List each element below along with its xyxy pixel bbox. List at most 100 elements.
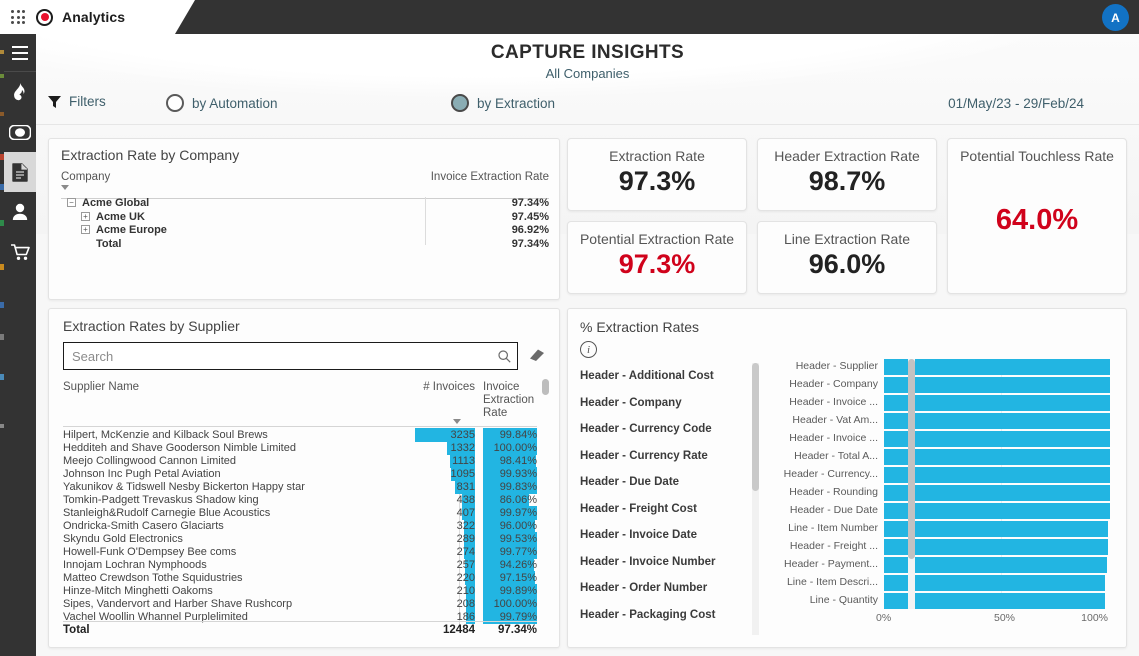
chart-bar[interactable] [884,359,1110,375]
slicer-item[interactable]: Header - Invoice Date [580,522,748,549]
date-range-label[interactable]: 01/May/23 - 29/Feb/24 [948,96,1084,111]
slicer-item[interactable]: Header - Due Date [580,469,748,496]
filters-button[interactable]: Filters [48,94,106,109]
chart-bar[interactable] [884,575,1106,591]
sort-caret-icon[interactable] [61,185,69,190]
cart-icon [10,243,30,260]
slicer-item[interactable]: Header - Freight Cost [580,496,748,523]
chart-bar[interactable] [884,539,1108,555]
table-row[interactable]: Innojam Lochran Nymphoods 257 94.26% [63,558,537,572]
chart-row[interactable]: Header - Total A... [768,449,1116,466]
chart-row[interactable]: Header - Invoice ... [768,431,1116,448]
row-num-invoices: 257 [456,559,475,571]
table-row[interactable]: + Acme Europe 96.92% [61,224,549,237]
table-row[interactable]: Matteo Crewdson Tothe Squidustries 220 97.… [63,571,537,585]
chart-row[interactable]: Line - Item Number [768,521,1116,538]
table-row[interactable]: Ondricka-Smith Casero Glaciarts 322 96.00% [63,519,537,533]
supplier-table-scrollbar[interactable] [542,379,549,395]
slicer-item[interactable]: Header - Packaging Cost [580,602,748,629]
table-row[interactable]: Howell-Funk O'Dempsey Bee coms 274 99.77% [63,545,537,559]
slicer-item[interactable]: Header - Order Number [580,575,748,602]
radio-by-extraction-circle[interactable] [451,94,469,112]
chart-row[interactable]: Header - Vat Am... [768,413,1116,430]
chart-bar[interactable] [884,557,1107,573]
chart-row[interactable]: Header - Payment... [768,557,1116,574]
chart-row[interactable]: Header - Rounding [768,485,1116,502]
info-icon[interactable]: i [580,341,597,358]
radio-by-extraction[interactable]: by Extraction [451,94,555,112]
chart-row[interactable]: Header - Company [768,377,1116,394]
expander-icon[interactable]: + [81,225,90,234]
chart-bar[interactable] [884,485,1110,501]
slicer-item[interactable]: Header - Additional Cost [580,363,748,390]
kpi-extraction-rate[interactable]: Extraction Rate 97.3% [567,138,747,211]
slicer-item[interactable]: Header - Invoice Number [580,549,748,576]
header-divider [36,124,1139,125]
table-row[interactable]: Hinze-Mitch Minghetti Oakoms 210 99.89% [63,584,537,598]
sidebar-item-users[interactable] [4,192,36,232]
row-company-name: Total [96,237,122,250]
table-row[interactable]: Hedditeh and Shave Gooderson Nimble Limi… [63,441,537,455]
kpi-header-extraction-rate[interactable]: Header Extraction Rate 98.7% [757,138,937,211]
app-grid-icon[interactable] [10,9,26,25]
radio-by-automation-circle[interactable] [166,94,184,112]
chart-row[interactable]: Header - Due Date [768,503,1116,520]
chart-scrollbar[interactable] [908,359,915,559]
slicer-item[interactable]: Header - Currency Code [580,416,748,443]
table-row[interactable]: Sipes, Vandervort and Harber Shave Rushc… [63,597,537,611]
radio-by-automation[interactable]: by Automation [166,94,278,112]
chart-row[interactable]: Header - Currency... [768,467,1116,484]
sidebar-item-view[interactable] [4,112,36,152]
slicer-scrollbar[interactable] [752,363,759,491]
expander-icon[interactable]: + [81,211,90,221]
table-row[interactable]: Total 97.34% [61,238,549,251]
chart-bar[interactable] [884,449,1110,465]
table-row[interactable]: Hilpert, McKenzie and Kilback Soul Brews… [63,428,537,442]
table-row[interactable]: Yakunikov & Tidswell Nesby Bickerton Hap… [63,480,537,494]
chart-bar[interactable] [884,593,1105,609]
chart-row[interactable]: Header - Supplier [768,359,1116,376]
sidebar-item-documents[interactable] [4,152,36,192]
kpi-potential-extraction-rate[interactable]: Potential Extraction Rate 97.3% [567,221,747,294]
chart-row[interactable]: Line - Item Descri... [768,575,1116,592]
table-row[interactable]: Tomkin-Padgett Trevaskus Shadow king 438 8… [63,493,537,507]
table-row[interactable]: − Acme Global 97.34% [61,197,549,210]
table-row[interactable]: Skyndu Gold Electronics 289 99.53% [63,532,537,546]
sidebar-item-orders[interactable] [4,232,36,272]
search-icon[interactable] [491,343,517,369]
slicer-list[interactable]: Header - Additional Cost Header - Company… [580,363,748,635]
search-box[interactable] [63,342,518,370]
row-extraction-rate: 99.53% [499,533,537,545]
kpi-label: Extraction Rate [609,148,705,164]
kpi-potential-touchless-rate[interactable]: Potential Touchless Rate 64.0% [947,138,1127,294]
chart-bar[interactable] [884,377,1110,393]
table-row[interactable]: Stanleigh&Rudolf Carnegie Blue Acoustics… [63,506,537,520]
sidebar-item-flame[interactable] [4,72,36,112]
avatar[interactable]: A [1102,4,1129,31]
slicer-item[interactable]: Header - Currency Rate [580,443,748,470]
table-row[interactable]: Johnson Inc Pugh Petal Aviation 1095 99.93… [63,467,537,481]
sort-caret-icon[interactable] [453,419,461,424]
slicer-item[interactable]: Header - Company [580,390,748,417]
eraser-icon[interactable] [529,348,545,362]
row-num-invoices: 289 [456,533,475,545]
expander-icon[interactable]: − [67,198,76,207]
chart-bar[interactable] [884,467,1110,483]
chart-bar[interactable] [884,431,1110,447]
search-input[interactable] [64,343,491,369]
chart-bar[interactable] [884,503,1110,519]
chart-category-label: Header - Vat Am... [792,414,878,426]
chart-row[interactable]: Header - Invoice ... [768,395,1116,412]
tab-analytics[interactable]: Analytics [0,0,195,34]
chart-row[interactable]: Header - Freight ... [768,539,1116,556]
page-title: CAPTURE INSIGHTS [490,42,685,63]
kpi-line-extraction-rate[interactable]: Line Extraction Rate 96.0% [757,221,937,294]
chart-bar[interactable] [884,521,1109,537]
page-subtitle: All Companies [545,66,630,81]
chart-bar[interactable] [884,395,1110,411]
table-row[interactable]: + Acme UK 97.45% [61,211,549,224]
table-row[interactable]: Meejo Collingwood Cannon Limited 1113 98.4… [63,454,537,468]
chart-bar[interactable] [884,413,1110,429]
hamburger-menu-icon[interactable] [4,34,36,72]
chart-row[interactable]: Line - Quantity [768,593,1116,610]
